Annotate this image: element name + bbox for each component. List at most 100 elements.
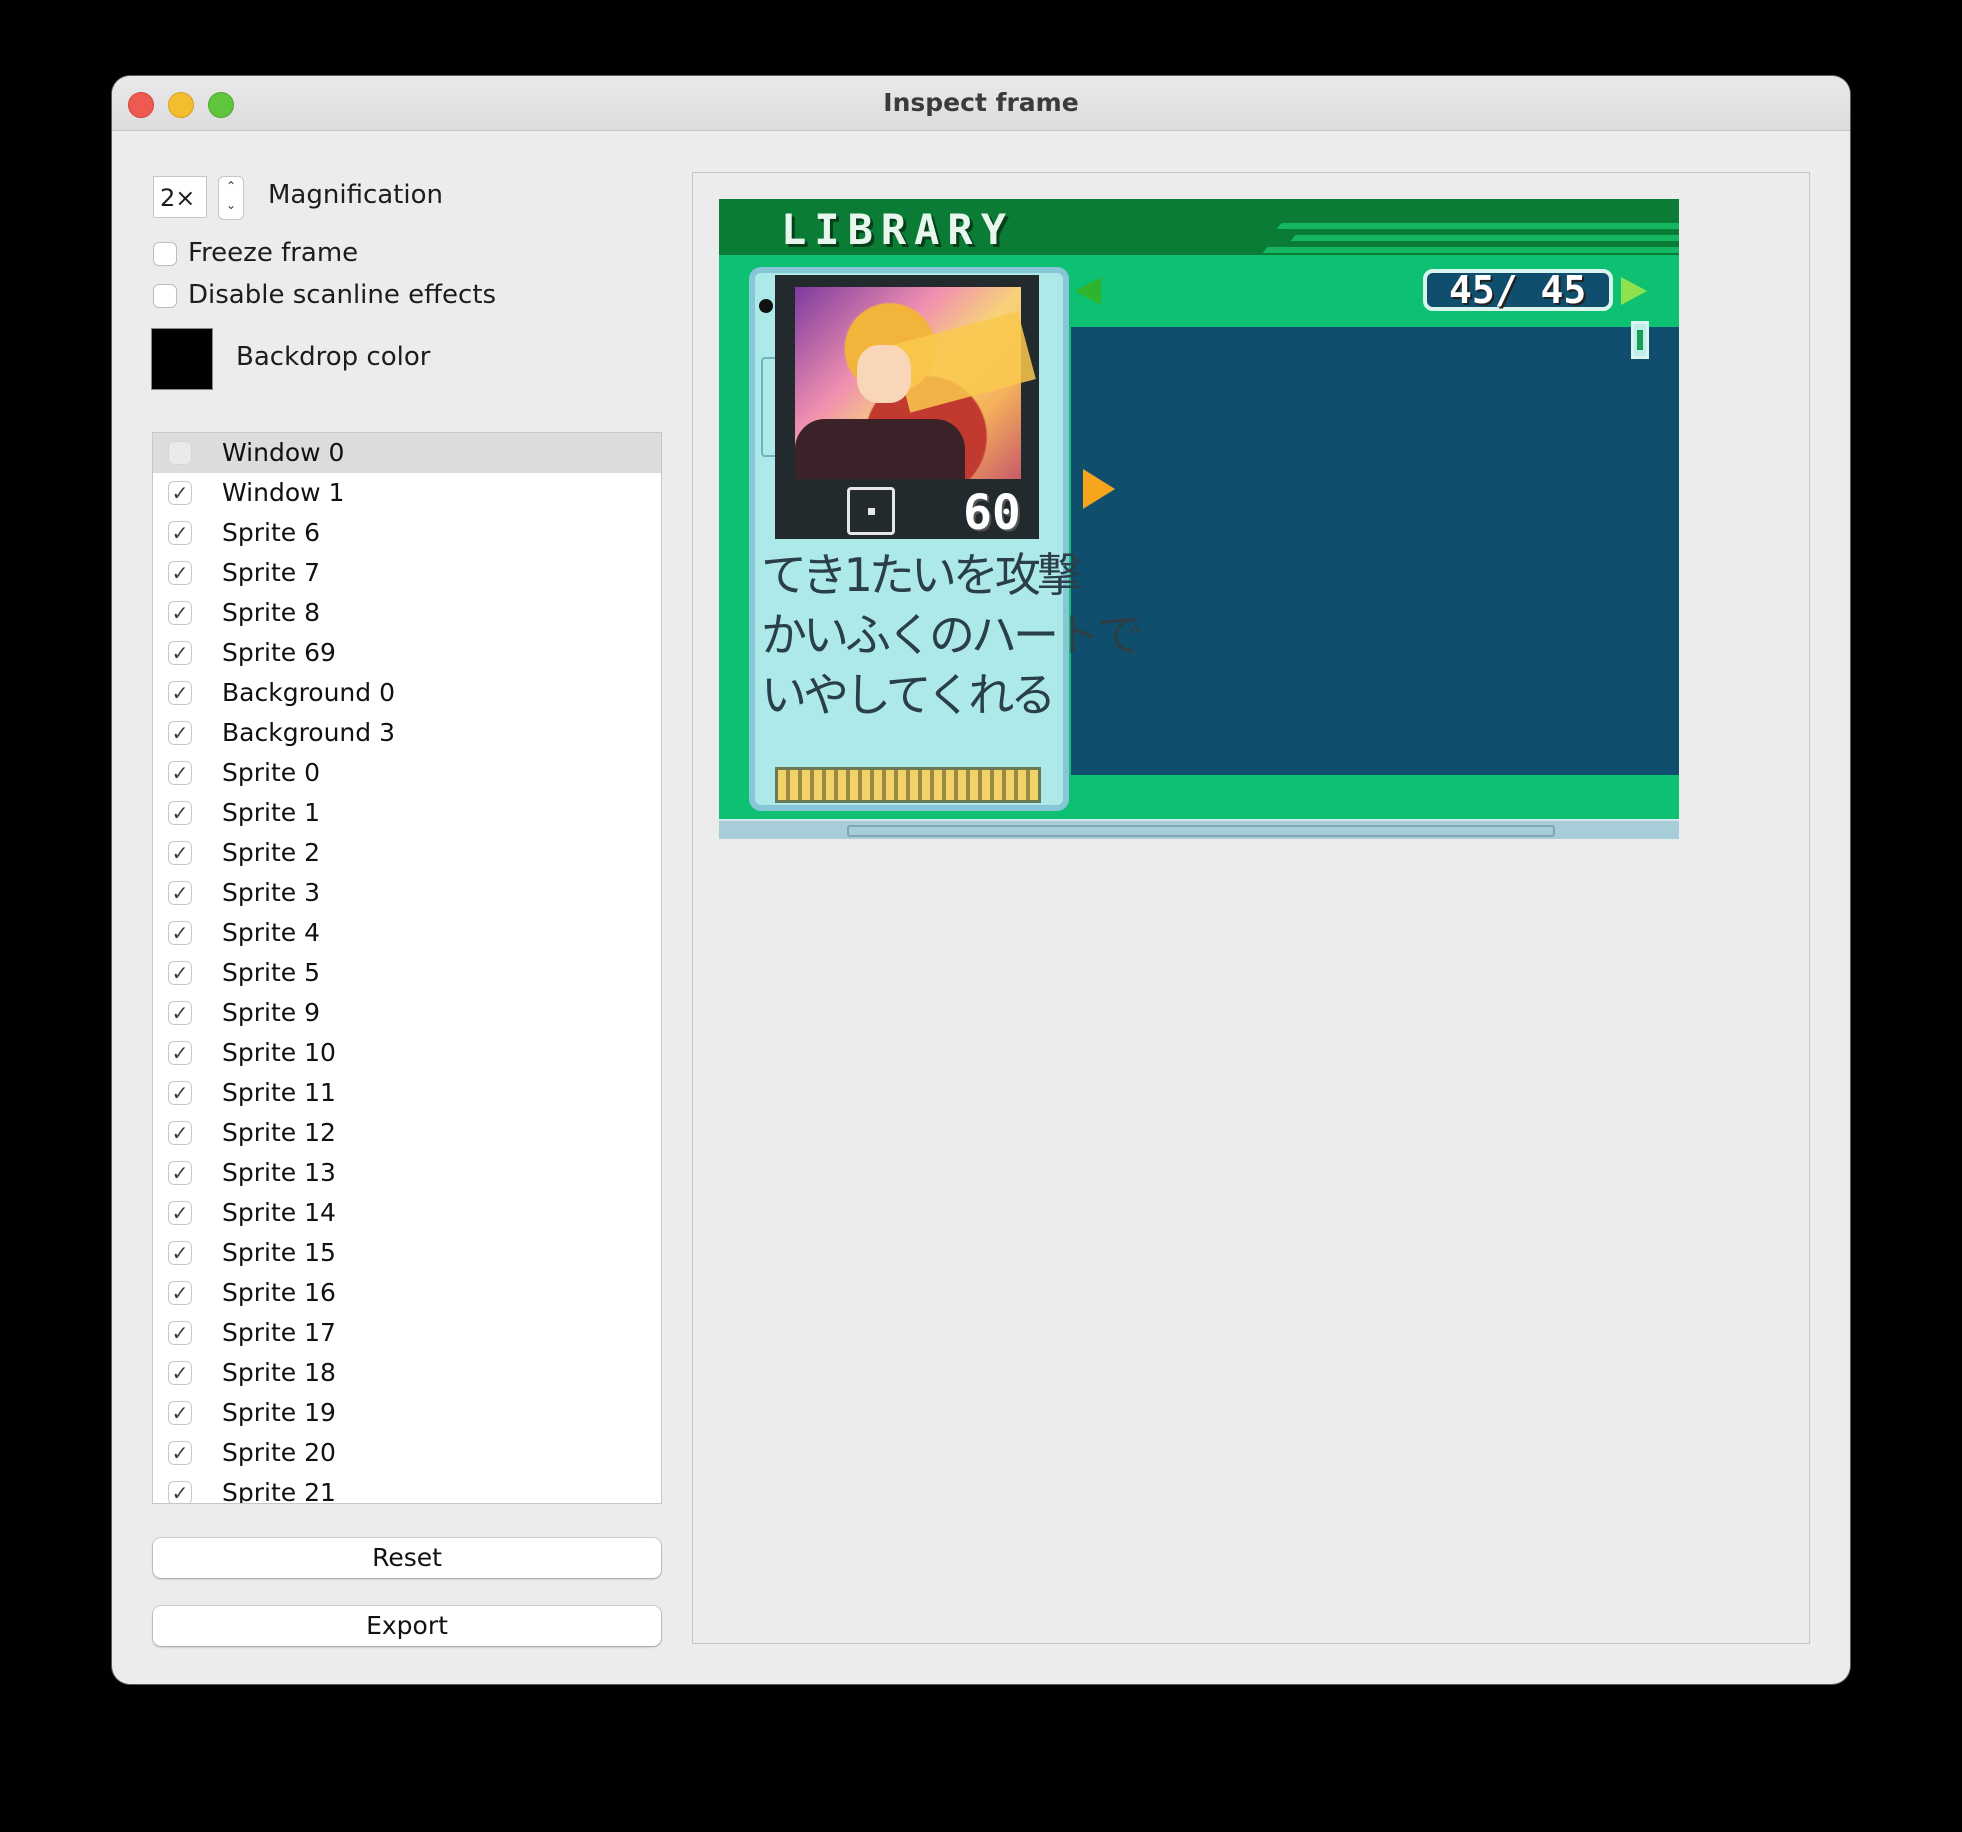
- description-line: かいふくのハートで: [761, 608, 1143, 662]
- backdrop-color-swatch[interactable]: [151, 328, 213, 390]
- layer-label: Sprite 7: [222, 558, 320, 587]
- reset-button[interactable]: Reset: [153, 1538, 661, 1578]
- layer-row[interactable]: ✓ Background 0: [153, 673, 661, 713]
- layer-checkbox[interactable]: [168, 441, 192, 465]
- chevron-down-icon[interactable]: ⌄: [219, 196, 243, 215]
- checkmark-icon[interactable]: ✓: [168, 1241, 192, 1265]
- layer-label: Sprite 21: [222, 1478, 336, 1504]
- chip-artwork: [795, 287, 1036, 479]
- magnification-label: Magnification: [268, 180, 443, 210]
- chip-card: 60 てき1たいを攻撃 かいふくのハートで いやしてくれる: [749, 267, 1143, 811]
- checkmark-icon[interactable]: ✓: [168, 1401, 192, 1425]
- layer-label: Sprite 13: [222, 1158, 336, 1187]
- checkmark-icon[interactable]: ✓: [168, 1281, 192, 1305]
- layer-label: Sprite 14: [222, 1198, 336, 1227]
- disable-scanline-label: Disable scanline effects: [188, 280, 497, 310]
- freeze-frame-checkbox[interactable]: [153, 242, 177, 266]
- checkmark-icon[interactable]: ✓: [168, 521, 192, 545]
- magnification-stepper[interactable]: ⌃ ⌄: [218, 176, 244, 220]
- layer-row[interactable]: ✓ Window 1: [153, 473, 661, 513]
- checkmark-icon[interactable]: ✓: [168, 561, 192, 585]
- disable-scanline-checkbox[interactable]: [153, 284, 177, 308]
- chevron-up-icon[interactable]: ⌃: [219, 177, 243, 196]
- layer-row[interactable]: ✓ Sprite 0: [153, 753, 661, 793]
- checkmark-icon[interactable]: ✓: [168, 481, 192, 505]
- checkmark-icon[interactable]: ✓: [168, 1081, 192, 1105]
- layer-label: Sprite 10: [222, 1038, 336, 1067]
- description-line: いやしてくれる: [761, 668, 1056, 722]
- artwork-arm: [795, 419, 965, 479]
- checkmark-icon[interactable]: ✓: [168, 1041, 192, 1065]
- layer-row[interactable]: ✓ Sprite 11: [153, 1073, 661, 1113]
- checkmark-icon[interactable]: ✓: [168, 921, 192, 945]
- layer-row[interactable]: ✓ Sprite 7: [153, 553, 661, 593]
- checkmark-icon[interactable]: ✓: [168, 761, 192, 785]
- chip-description: てき1たいを攻撃 かいふくのハートで いやしてくれる: [761, 545, 1143, 725]
- layer-row[interactable]: ✓ Sprite 18: [153, 1353, 661, 1393]
- game-header-bar: LIBRARY: [719, 199, 1679, 255]
- checkmark-icon[interactable]: ✓: [168, 1361, 192, 1385]
- checkmark-icon[interactable]: ✓: [168, 641, 192, 665]
- header-stripe: [1276, 223, 1679, 229]
- layer-row[interactable]: ✓ Sprite 3: [153, 873, 661, 913]
- layer-row[interactable]: ✓ Sprite 13: [153, 1153, 661, 1193]
- layer-row[interactable]: ✓ Sprite 1: [153, 793, 661, 833]
- checkmark-icon[interactable]: ✓: [168, 1441, 192, 1465]
- layer-row[interactable]: ✓ Sprite 21: [153, 1473, 661, 1504]
- layer-label: Sprite 11: [222, 1078, 336, 1107]
- layer-label: Sprite 18: [222, 1358, 336, 1387]
- header-stripe: [1290, 235, 1679, 241]
- layer-row[interactable]: ✓ Sprite 16: [153, 1273, 661, 1313]
- export-button[interactable]: Export: [153, 1606, 661, 1646]
- layer-row[interactable]: ✓ Background 3: [153, 713, 661, 753]
- checkmark-icon[interactable]: ✓: [168, 721, 192, 745]
- layer-label: Sprite 3: [222, 878, 320, 907]
- game-frame: LIBRARY 45/ 45 60 てき1たいを攻撃 かいふくのハートで いやし…: [719, 199, 1679, 839]
- checkmark-icon[interactable]: ✓: [168, 961, 192, 985]
- arrow-right-icon: [1621, 277, 1647, 305]
- layer-row[interactable]: ✓ Sprite 9: [153, 993, 661, 1033]
- layer-label: Background 0: [222, 678, 395, 707]
- checkmark-icon[interactable]: ✓: [168, 1161, 192, 1185]
- chip-art-frame: 60: [775, 275, 1039, 541]
- checkmark-icon[interactable]: ✓: [168, 601, 192, 625]
- layer-row[interactable]: ✓ Sprite 12: [153, 1113, 661, 1153]
- inspect-frame-window: Inspect frame 2× ⌃ ⌄ Magnification Freez…: [112, 76, 1850, 1684]
- magnification-field[interactable]: 2×: [153, 176, 207, 218]
- layer-label: Background 3: [222, 718, 395, 747]
- layer-label: Window 0: [222, 438, 345, 467]
- layer-row[interactable]: ✓ Sprite 8: [153, 593, 661, 633]
- layer-row[interactable]: ✓ Sprite 5: [153, 953, 661, 993]
- layer-row[interactable]: ✓ Sprite 69: [153, 633, 661, 673]
- layer-row[interactable]: ✓ Sprite 2: [153, 833, 661, 873]
- layer-row[interactable]: ✓ Sprite 10: [153, 1033, 661, 1073]
- arrow-left-icon: [1075, 277, 1101, 305]
- layer-list[interactable]: Window 0 ✓ Window 1 ✓ Sprite 6 ✓ Sprite 7 ✓…: [152, 432, 662, 1504]
- layer-row[interactable]: ✓ Sprite 19: [153, 1393, 661, 1433]
- layer-row[interactable]: ✓ Sprite 6: [153, 513, 661, 553]
- layer-label: Sprite 9: [222, 998, 320, 1027]
- layer-row[interactable]: ✓ Sprite 14: [153, 1193, 661, 1233]
- checkmark-icon[interactable]: ✓: [168, 681, 192, 705]
- frame-preview: LIBRARY 45/ 45 60 てき1たいを攻撃 かいふくのハートで いやし…: [692, 172, 1810, 1644]
- layer-row[interactable]: ✓ Sprite 20: [153, 1433, 661, 1473]
- checkmark-icon[interactable]: ✓: [168, 841, 192, 865]
- card-gold-contacts: [775, 767, 1041, 803]
- checkmark-icon[interactable]: ✓: [168, 1201, 192, 1225]
- checkmark-icon[interactable]: ✓: [168, 1481, 192, 1503]
- layer-row[interactable]: ✓ Sprite 15: [153, 1233, 661, 1273]
- backdrop-color-label: Backdrop color: [236, 342, 431, 372]
- checkmark-icon[interactable]: ✓: [168, 1001, 192, 1025]
- layer-row[interactable]: ✓ Sprite 17: [153, 1313, 661, 1353]
- layer-row[interactable]: Window 0: [153, 433, 661, 473]
- card-dot-icon: [759, 299, 773, 313]
- checkmark-icon[interactable]: ✓: [168, 1121, 192, 1145]
- checkmark-icon[interactable]: ✓: [168, 801, 192, 825]
- artwork-face: [857, 345, 911, 403]
- freeze-frame-label: Freeze frame: [188, 238, 359, 268]
- layer-label: Sprite 6: [222, 518, 320, 547]
- checkmark-icon[interactable]: ✓: [168, 881, 192, 905]
- checkmark-icon[interactable]: ✓: [168, 1321, 192, 1345]
- layer-row[interactable]: ✓ Sprite 4: [153, 913, 661, 953]
- layer-label: Sprite 17: [222, 1318, 336, 1347]
